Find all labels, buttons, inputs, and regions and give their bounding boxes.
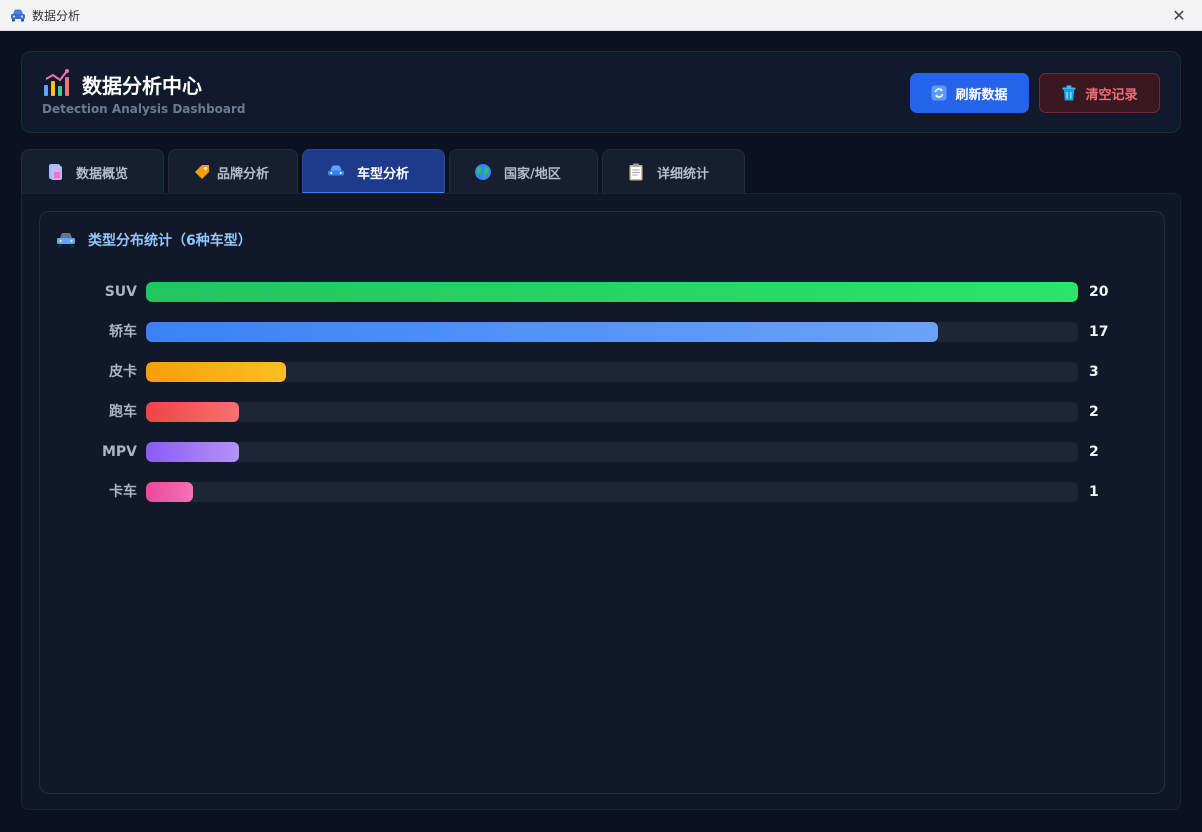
bar-value-label: 17 [1089,324,1109,340]
page-title: 数据分析中心 [82,74,202,98]
bar-category-label: SUV [104,284,137,300]
bar-value-label: 2 [1089,404,1099,420]
refresh-icon [931,85,947,101]
bar-row: SUV 20 [40,282,1166,302]
bar-track [146,482,1078,502]
tab-panel: 类型分布统计（6种车型） SUV 20 轿车 17 皮卡 3 跑车 2 MPV 2 卡车 1 [21,193,1181,810]
trash-icon [1061,85,1077,101]
tab-country-region[interactable]: 国家/地区 [449,149,598,194]
tab-detailed-statistics[interactable]: 详细统计 [602,149,745,194]
tab-label: 详细统计 [657,166,710,182]
bar-track [146,402,1078,422]
dashboard-content: 数据分析中心 Detection Analysis Dashboard 刷新数据 [0,31,1202,832]
window-title: 数据分析 [32,8,81,23]
bar-category-label: 轿车 [109,324,137,340]
bar-track [146,322,1078,342]
card-title: 类型分布统计（6种车型） [56,230,252,250]
tab-label: 车型分析 [357,166,410,182]
bar-value-label: 3 [1089,364,1099,380]
car-icon [327,163,345,181]
window-titlebar: 数据分析 ✕ [0,0,1202,31]
refresh-data-button[interactable]: 刷新数据 [910,73,1029,113]
bar-row: MPV 2 [40,442,1166,462]
tab-label: 数据概览 [76,166,129,182]
window-close-button[interactable]: ✕ [1156,0,1202,31]
bar-value-label: 2 [1089,444,1099,460]
tab-vehicle-type-analysis[interactable]: 车型分析 [302,149,445,194]
tag-icon [193,163,211,181]
clipboard-icon [627,163,645,181]
tab-overview[interactable]: 数据概览 [21,149,164,194]
bar-row: 跑车 2 [40,402,1166,422]
bar-fill [146,442,240,462]
car-icon [10,8,26,22]
bar-category-label: MPV [101,444,137,460]
car-icon [56,232,76,248]
header-card: 数据分析中心 Detection Analysis Dashboard 刷新数据 [21,51,1181,133]
bar-value-label: 20 [1089,284,1109,300]
bar-chart-icon [42,68,72,98]
bar-category-label: 卡车 [109,484,137,500]
bar-track [146,282,1078,302]
clear-records-button[interactable]: 清空记录 [1039,73,1160,113]
bar-fill [146,362,286,382]
bar-category-label: 皮卡 [109,364,137,380]
refresh-data-label: 刷新数据 [955,87,1008,103]
document-icon [46,163,64,181]
vehicle-type-distribution-card: 类型分布统计（6种车型） SUV 20 轿车 17 皮卡 3 跑车 2 MPV 2 卡车 1 [39,211,1165,794]
card-title-text: 类型分布统计（6种车型） [88,233,252,249]
bar-row: 卡车 1 [40,482,1166,502]
bar-track [146,442,1078,462]
tab-brand-analysis[interactable]: 品牌分析 [168,149,298,194]
bar-fill [146,322,939,342]
tab-label: 国家/地区 [504,166,561,182]
bar-row: 轿车 17 [40,322,1166,342]
bar-fill [146,482,193,502]
bar-fill [146,402,240,422]
bar-fill [146,282,1078,302]
page-subtitle: Detection Analysis Dashboard [42,102,246,116]
clear-records-label: 清空记录 [1085,87,1138,103]
bar-row: 皮卡 3 [40,362,1166,382]
bar-category-label: 跑车 [109,404,137,420]
tab-label: 品牌分析 [217,166,270,182]
bar-track [146,362,1078,382]
bar-value-label: 1 [1089,484,1099,500]
globe-icon [474,163,492,181]
